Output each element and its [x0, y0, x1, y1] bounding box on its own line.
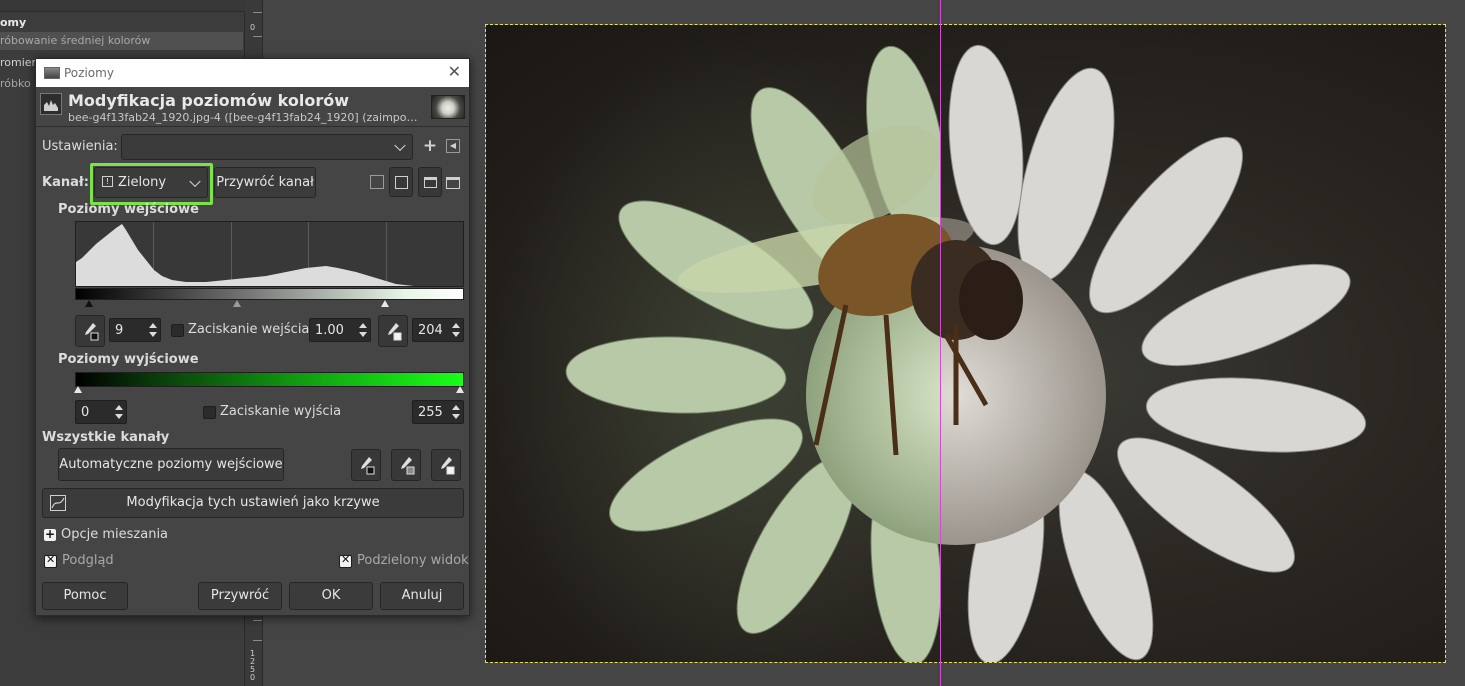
guide-line-top — [940, 0, 941, 25]
gamma-handle[interactable] — [233, 300, 241, 307]
output-high-spin[interactable]: 255 — [412, 400, 464, 424]
input-low-spin[interactable]: 9 — [109, 318, 161, 342]
split-view-label: Podzielony widok — [357, 553, 469, 568]
decrement-icon — [452, 332, 460, 337]
decrement-icon — [115, 414, 123, 419]
settings-combo[interactable] — [121, 134, 413, 160]
highlight-annotation — [90, 163, 213, 205]
histogram[interactable] — [75, 221, 464, 287]
white-point-picker-all[interactable] — [431, 449, 461, 481]
add-preset-icon[interactable]: + — [421, 136, 439, 156]
eyedropper-icon — [401, 457, 415, 475]
clamp-input-label: Zaciskanie wejścia — [188, 322, 310, 337]
input-high-spin[interactable]: 204 — [412, 318, 464, 342]
input-levels-heading: Poziomy wejściowe — [58, 202, 199, 217]
split-view-guide — [940, 25, 941, 662]
edit-as-curves-button[interactable]: Modyfikacja tych ustawień jako krzywe — [42, 488, 464, 518]
curves-icon — [50, 495, 66, 511]
input-white-handle[interactable] — [381, 300, 389, 307]
input-gradient — [75, 288, 464, 300]
increment-icon — [452, 405, 460, 410]
dialog-heading: Modyfikacja poziomów kolorów — [68, 91, 350, 110]
increment-icon — [149, 323, 157, 328]
ok-button[interactable]: OK — [289, 582, 373, 610]
levels-dialog: Poziomy ✕ Modyfikacja poziomów kolorów b… — [35, 58, 470, 616]
eyedropper-icon — [441, 457, 455, 475]
preset-menu-icon[interactable]: ◀ — [446, 139, 460, 153]
histogram-graph — [76, 224, 414, 286]
chevron-down-icon — [394, 139, 406, 152]
app-icon — [44, 67, 60, 79]
split-view-checkbox[interactable] — [339, 553, 352, 568]
decrement-icon — [149, 332, 157, 337]
panel-toolbar — [0, 0, 245, 12]
levels-icon — [40, 93, 62, 115]
image-name: bee-g4f13fab24_1920.jpg-4 ([bee-g4f13fab… — [68, 111, 418, 124]
image-thumbnail — [431, 95, 465, 119]
blend-options-toggle[interactable]: Opcje mieszania — [61, 527, 168, 542]
preview-label: Podgląd — [62, 553, 114, 568]
histogram-alt-icon[interactable] — [446, 177, 460, 189]
log-histogram-button[interactable] — [389, 167, 413, 197]
reset-channel-button[interactable]: Przywróć kanał — [214, 167, 316, 198]
output-black-handle[interactable] — [74, 386, 82, 393]
clamp-output-checkbox[interactable] — [203, 406, 216, 419]
preview-checkbox[interactable] — [44, 553, 57, 568]
histogram-view-icon — [424, 177, 437, 188]
close-icon[interactable]: ✕ — [448, 62, 461, 81]
decrement-icon — [359, 332, 367, 337]
linear-histogram-icon[interactable] — [370, 175, 384, 189]
dialog-titlebar[interactable]: Poziomy ✕ — [36, 59, 469, 87]
panel-row-history-2[interactable]: romier — [0, 56, 36, 69]
decrement-icon — [452, 414, 460, 419]
channel-label: Kanał: — [42, 175, 89, 190]
white-point-picker[interactable] — [378, 315, 408, 347]
all-channels-heading: Wszystkie kanały — [42, 430, 170, 445]
output-low-spin[interactable]: 0 — [75, 400, 127, 424]
ruler-label: 0 — [250, 23, 256, 32]
log-histogram-icon — [395, 176, 408, 189]
panel-row-history-3[interactable]: róbko — [0, 77, 31, 90]
auto-input-levels-button[interactable]: Automatyczne poziomy wejściowe — [58, 448, 284, 481]
gamma-spin[interactable]: 1.00 — [309, 318, 371, 342]
clamp-output-label: Zaciskanie wyjścia — [220, 404, 342, 419]
black-point-picker-all[interactable] — [351, 449, 381, 481]
increment-icon — [452, 323, 460, 328]
expand-icon[interactable]: + — [44, 528, 56, 541]
black-point-picker[interactable] — [75, 315, 105, 347]
help-button[interactable]: Pomoc — [42, 582, 128, 610]
divider — [36, 126, 469, 127]
settings-label: Ustawienia: — [42, 139, 118, 154]
ruler-label: 0 — [250, 673, 256, 682]
panel-row-title: omy — [0, 16, 27, 29]
output-white-handle[interactable] — [456, 386, 464, 393]
cancel-button[interactable]: Anuluj — [380, 582, 464, 610]
photo-bee-on-flower — [565, 44, 1367, 662]
reset-button[interactable]: Przywróć — [198, 582, 282, 610]
panel-row-history-1[interactable]: róbowanie średniej kolorów — [0, 34, 150, 47]
eyedropper-icon — [388, 323, 402, 341]
gray-point-picker-all[interactable] — [391, 449, 421, 481]
output-levels-heading: Poziomy wyjściowe — [58, 352, 199, 367]
clamp-input-checkbox[interactable] — [171, 324, 184, 337]
increment-icon — [359, 323, 367, 328]
output-gradient — [75, 372, 464, 387]
histogram-view-button[interactable] — [418, 167, 442, 197]
increment-icon — [115, 405, 123, 410]
window-title: Poziomy — [64, 66, 114, 80]
guide-line-bottom — [940, 662, 941, 686]
eyedropper-icon — [85, 323, 99, 341]
eyedropper-icon — [361, 457, 375, 475]
input-black-handle[interactable] — [85, 300, 93, 307]
image-canvas[interactable] — [485, 24, 1446, 663]
